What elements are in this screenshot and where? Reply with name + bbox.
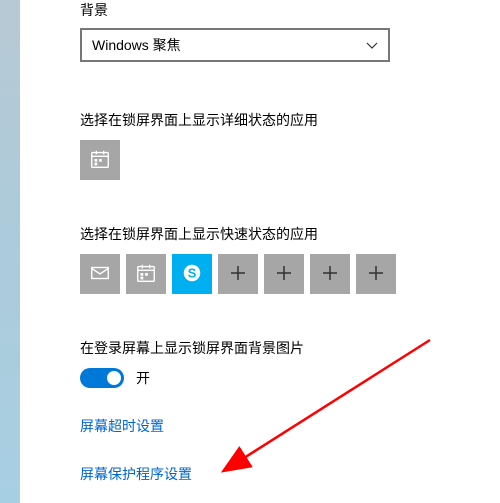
mail-icon [89,262,111,287]
signin-bg-toggle[interactable] [80,368,124,388]
quick-status-add-slot-1[interactable] [218,254,258,294]
plus-icon [322,265,338,284]
screen-timeout-link[interactable]: 屏幕超时设置 [80,416,164,436]
detailed-status-label: 选择在锁屏界面上显示详细状态的应用 [80,110,500,130]
quick-status-add-slot-4[interactable] [356,254,396,294]
quick-status-app-calendar[interactable] [126,254,166,294]
window-edge-strip [0,0,20,503]
plus-icon [276,265,292,284]
quick-status-add-slot-2[interactable] [264,254,304,294]
detailed-status-tiles [80,140,500,180]
signin-bg-toggle-row: 开 [80,368,500,388]
plus-icon [368,265,384,284]
signin-bg-label: 在登录屏幕上显示锁屏界面背景图片 [80,338,500,358]
lockscreen-settings-panel: 背景 Windows 聚焦 选择在锁屏界面上显示详细状态的应用 选择在锁屏界面上… [20,0,500,503]
screensaver-settings-link[interactable]: 屏幕保护程序设置 [80,464,192,484]
plus-icon [230,265,246,284]
calendar-icon [135,262,157,287]
quick-status-tiles: S [80,254,500,294]
quick-status-label: 选择在锁屏界面上显示快速状态的应用 [80,224,500,244]
svg-text:S: S [188,265,197,280]
background-dropdown[interactable]: Windows 聚焦 [80,28,390,62]
quick-status-app-skype[interactable]: S [172,254,212,294]
background-label: 背景 [80,0,500,20]
skype-icon: S [181,262,203,287]
detailed-status-app-calendar[interactable] [80,140,120,180]
calendar-icon [89,148,111,173]
chevron-down-icon [366,39,378,51]
background-dropdown-value: Windows 聚焦 [92,35,181,55]
quick-status-add-slot-3[interactable] [310,254,350,294]
toggle-knob [107,371,121,385]
signin-bg-toggle-state: 开 [136,368,150,388]
quick-status-app-mail[interactable] [80,254,120,294]
